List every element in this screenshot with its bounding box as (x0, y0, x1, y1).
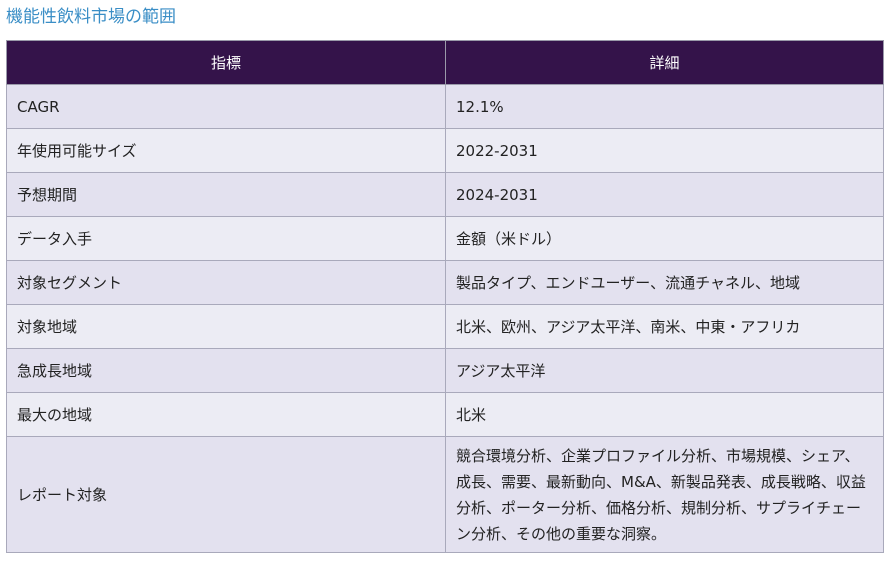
detail-cell: 北米 (445, 392, 884, 437)
metric-cell: 年使用可能サイズ (6, 128, 446, 173)
table-row: レポート対象 競合環境分析、企業プロファイル分析、市場規模、シェア、成長、需要、… (6, 436, 884, 553)
metric-cell: CAGR (6, 84, 446, 129)
scope-table: 指標 詳細 CAGR 12.1% 年使用可能サイズ 2022-2031 予想期間… (6, 40, 884, 553)
metric-cell: 急成長地域 (6, 348, 446, 393)
table-row: 最大の地域 北米 (6, 392, 884, 437)
detail-cell: 2022-2031 (445, 128, 884, 173)
table-row: CAGR 12.1% (6, 84, 884, 129)
table-row: データ入手 金額（米ドル） (6, 216, 884, 261)
metric-cell: 対象セグメント (6, 260, 446, 305)
table-row: 対象セグメント 製品タイプ、エンドユーザー、流通チャネル、地域 (6, 260, 884, 305)
detail-cell: 北米、欧州、アジア太平洋、南米、中東・アフリカ (445, 304, 884, 349)
detail-cell: 競合環境分析、企業プロファイル分析、市場規模、シェア、成長、需要、最新動向、M&… (445, 436, 884, 553)
column-header-detail: 詳細 (445, 40, 884, 85)
table-row: 対象地域 北米、欧州、アジア太平洋、南米、中東・アフリカ (6, 304, 884, 349)
metric-cell: レポート対象 (6, 436, 446, 553)
table-row: 急成長地域 アジア太平洋 (6, 348, 884, 393)
detail-cell: 2024-2031 (445, 172, 884, 217)
detail-cell: アジア太平洋 (445, 348, 884, 393)
table-header-row: 指標 詳細 (6, 40, 884, 85)
table-row: 年使用可能サイズ 2022-2031 (6, 128, 884, 173)
metric-cell: 対象地域 (6, 304, 446, 349)
detail-cell: 製品タイプ、エンドユーザー、流通チャネル、地域 (445, 260, 884, 305)
metric-cell: データ入手 (6, 216, 446, 261)
metric-cell: 最大の地域 (6, 392, 446, 437)
detail-cell: 金額（米ドル） (445, 216, 884, 261)
column-header-metric: 指標 (6, 40, 446, 85)
table-row: 予想期間 2024-2031 (6, 172, 884, 217)
metric-cell: 予想期間 (6, 172, 446, 217)
detail-cell: 12.1% (445, 84, 884, 129)
page-title: 機能性飲料市場の範囲 (6, 7, 176, 27)
